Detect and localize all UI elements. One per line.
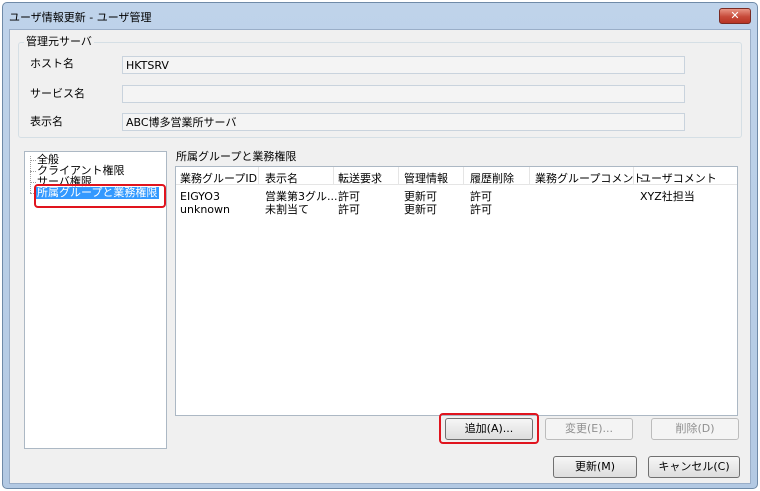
column-separator[interactable] — [333, 167, 334, 185]
cell-transfer: 許可 — [338, 203, 360, 216]
tree-connector-3 — [30, 182, 36, 183]
cell-group-id: EIGYO3 — [180, 190, 220, 203]
column-separator[interactable] — [398, 167, 399, 185]
close-button[interactable]: ✕ — [719, 8, 751, 24]
column-separator[interactable] — [463, 167, 464, 185]
table-row[interactable]: EIGYO3 営業第3グル... 許可 更新可 許可 XYZ社担当 — [176, 190, 737, 203]
column-header-display-name[interactable]: 表示名 — [265, 170, 298, 186]
dialog-body: 管理元サーバ ホスト名 HKTSRV サービス名 表示名 ABC博多営業所サーバ… — [9, 29, 751, 484]
cell-history-delete: 許可 — [470, 203, 492, 216]
close-icon: ✕ — [730, 9, 740, 22]
column-header-history-delete[interactable]: 履歴削除 — [470, 170, 514, 186]
column-header-user-comment[interactable]: ユーザコメント — [640, 170, 717, 186]
listview-header: 業務グループID 表示名 転送要求 管理情報 履歴削除 業務グループコメント ユ… — [176, 167, 737, 185]
cell-transfer: 許可 — [338, 190, 360, 203]
column-separator[interactable] — [633, 167, 634, 185]
column-header-transfer[interactable]: 転送要求 — [338, 170, 382, 186]
display-name-field: ABC博多営業所サーバ — [122, 113, 685, 131]
column-header-management[interactable]: 管理情報 — [404, 170, 448, 186]
cell-history-delete: 許可 — [470, 190, 492, 203]
cell-display-name: 営業第3グル... — [265, 190, 338, 203]
cancel-button[interactable]: キャンセル(C) — [648, 456, 740, 478]
tree-connector-line — [30, 156, 31, 193]
cell-display-name: 未割当て — [265, 203, 309, 216]
update-button[interactable]: 更新(M) — [553, 456, 637, 478]
column-separator[interactable] — [529, 167, 530, 185]
modify-button[interactable]: 変更(E)... — [545, 418, 633, 440]
delete-button[interactable]: 削除(D) — [651, 418, 739, 440]
groups-panel-caption: 所属グループと業務権限 — [176, 150, 297, 163]
table-row[interactable]: unknown 未割当て 許可 更新可 許可 — [176, 203, 737, 216]
server-group-caption: 管理元サーバ — [24, 35, 94, 48]
dialog-window: ユーザ情報更新 - ユーザ管理 ✕ 管理元サーバ ホスト名 HKTSRV サービ… — [2, 2, 758, 489]
title-bar[interactable]: ユーザ情報更新 - ユーザ管理 ✕ — [3, 3, 757, 29]
column-separator[interactable] — [258, 167, 259, 185]
host-field: HKTSRV — [122, 56, 685, 74]
column-header-group-comment[interactable]: 業務グループコメント — [535, 170, 644, 186]
display-name-label: 表示名 — [30, 115, 63, 128]
cell-management: 更新可 — [404, 203, 437, 216]
window-title: ユーザ情報更新 - ユーザ管理 — [9, 11, 152, 24]
service-field — [122, 85, 685, 103]
cell-management: 更新可 — [404, 190, 437, 203]
host-label: ホスト名 — [30, 57, 74, 70]
groups-listview: 業務グループID 表示名 転送要求 管理情報 履歴削除 業務グループコメント ユ… — [175, 166, 738, 416]
tree-selection-highlight — [34, 184, 166, 208]
cell-group-id: unknown — [180, 203, 230, 216]
service-label: サービス名 — [30, 87, 85, 100]
column-header-group-id[interactable]: 業務グループID — [180, 170, 257, 186]
cell-user-comment: XYZ社担当 — [640, 190, 695, 203]
tree-connector-2 — [30, 171, 36, 172]
tree-connector-1 — [30, 160, 36, 161]
add-button-highlight — [439, 413, 539, 444]
